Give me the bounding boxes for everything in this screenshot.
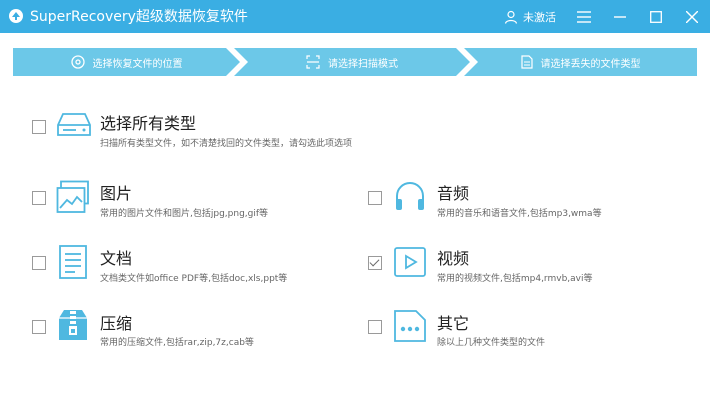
step-label: 请选择丢失的文件类型: [540, 58, 641, 70]
other-desc: 除以上几种文件类型的文件: [437, 338, 546, 348]
document-title: 文档: [100, 249, 133, 268]
step-label: 选择恢复文件的位置: [92, 58, 183, 70]
other-checkbox[interactable]: [368, 320, 382, 334]
archive-title: 压缩: [100, 314, 133, 333]
option-audio[interactable]: 音频 常用的音乐和语音文件,包括mp3,wma等: [355, 175, 710, 225]
maximize-icon: [650, 10, 662, 23]
video-checkbox[interactable]: [368, 256, 382, 270]
maximize-button[interactable]: [638, 0, 674, 33]
option-document[interactable]: 文档 文档类文件如office PDF等,包括doc,xls,ppt等: [0, 240, 355, 290]
video-title: 视频: [437, 249, 470, 268]
step-scan-mode[interactable]: 请选择扫描模式: [234, 48, 470, 76]
close-icon: [686, 10, 698, 23]
video-desc: 常用的视频文件,包括mp4,rmvb,avi等: [437, 274, 593, 284]
more-icon: [394, 310, 426, 342]
option-video[interactable]: 视频 常用的视频文件,包括mp4,rmvb,avi等: [355, 240, 710, 290]
all-types-checkbox[interactable]: [32, 120, 46, 134]
image-title: 图片: [100, 184, 133, 203]
user-status-label: 未激活: [523, 10, 556, 24]
option-image[interactable]: 图片 常用的图片文件和图片,包括jpg,png,gif等: [0, 175, 355, 225]
menu-button[interactable]: [566, 0, 602, 33]
document-icon: [520, 55, 533, 69]
user-icon: [504, 10, 518, 24]
step-label: 请选择扫描模式: [328, 58, 398, 70]
archive-checkbox[interactable]: [32, 320, 46, 334]
headphones-icon: [396, 182, 424, 210]
menu-icon: [577, 10, 591, 23]
option-all-types[interactable]: 选择所有类型 扫描所有类型文件，如不清楚找回的文件类型，请勾选此项选项: [0, 105, 710, 155]
document-desc: 文档类文件如office PDF等,包括doc,xls,ppt等: [100, 274, 288, 284]
archive-icon: [59, 310, 87, 340]
hard-drive-icon: [57, 113, 91, 136]
archive-desc: 常用的压缩文件,包括rar,zip,7z,cab等: [100, 338, 254, 348]
title-bar: SuperRecovery超级数据恢复软件 未激活: [0, 0, 710, 33]
minimize-button[interactable]: [602, 0, 638, 33]
option-other[interactable]: 其它 除以上几种文件类型的文件: [355, 305, 710, 355]
step-select-location[interactable]: 选择恢复文件的位置: [13, 48, 240, 76]
image-icon: [56, 180, 89, 213]
app-logo-icon: [9, 9, 23, 23]
video-icon: [394, 247, 426, 277]
image-desc: 常用的图片文件和图片,包括jpg,png,gif等: [100, 209, 269, 219]
user-account-button[interactable]: 未激活: [504, 9, 556, 25]
step-file-type[interactable]: 请选择丢失的文件类型: [464, 48, 697, 76]
audio-checkbox[interactable]: [368, 191, 382, 205]
other-title: 其它: [437, 314, 470, 333]
audio-title: 音频: [437, 184, 470, 203]
app-title: SuperRecovery超级数据恢复软件: [30, 9, 248, 25]
document-type-icon: [59, 245, 87, 279]
window-controls: 未激活: [504, 0, 710, 33]
option-archive[interactable]: 压缩 常用的压缩文件,包括rar,zip,7z,cab等: [0, 305, 355, 355]
wizard-steps: 选择恢复文件的位置 请选择扫描模式 请选择丢失的文件类型: [13, 48, 697, 76]
document-checkbox[interactable]: [32, 256, 46, 270]
close-button[interactable]: [674, 0, 710, 33]
audio-desc: 常用的音乐和语音文件,包括mp3,wma等: [437, 209, 602, 219]
minimize-icon: [614, 15, 626, 18]
all-types-title: 选择所有类型: [100, 114, 197, 133]
all-types-desc: 扫描所有类型文件，如不清楚找回的文件类型，请勾选此项选项: [100, 139, 353, 149]
disc-icon: [71, 55, 85, 69]
image-checkbox[interactable]: [32, 191, 46, 205]
app-title-area: SuperRecovery超级数据恢复软件: [8, 6, 248, 26]
scan-icon: [306, 55, 320, 69]
